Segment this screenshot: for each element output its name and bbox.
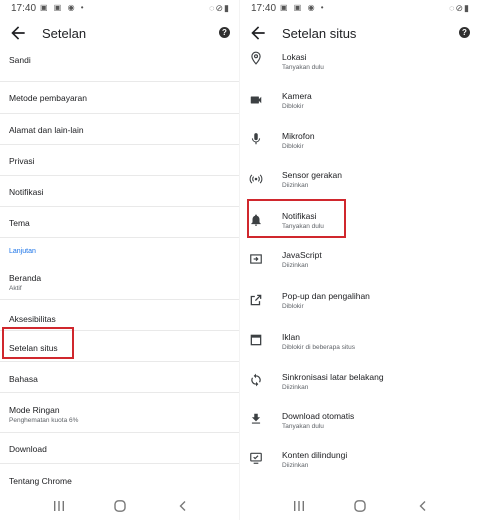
javascript-icon bbox=[250, 254, 262, 264]
status-bar: 17:40 ▣ ▣ ◉ • ◌⊘▮ bbox=[240, 0, 480, 18]
protected-content-icon bbox=[250, 452, 262, 464]
page-title: Setelan situs bbox=[282, 26, 357, 41]
highlight-box-notifications bbox=[247, 199, 346, 238]
highlight-box-site-settings bbox=[2, 327, 74, 359]
settings-item-about-chrome[interactable]: Tentang Chrome bbox=[0, 464, 240, 495]
site-setting-label: Iklan bbox=[282, 332, 300, 342]
settings-item-label: Tema bbox=[9, 218, 30, 228]
settings-item-label: Metode pembayaran bbox=[9, 93, 87, 103]
site-settings-list: Lokasi Tanyakan dulu Kamera Diblokir Mik… bbox=[240, 40, 480, 480]
settings-item-homepage[interactable]: Beranda Aktif bbox=[0, 260, 240, 300]
home-icon[interactable] bbox=[353, 500, 367, 512]
site-setting-status: Diblokir bbox=[282, 103, 304, 110]
site-setting-status: Diblokir bbox=[282, 303, 304, 310]
site-setting-status: Diizinkan bbox=[282, 462, 309, 469]
back-nav-icon[interactable] bbox=[416, 500, 430, 512]
site-setting-automatic-downloads[interactable]: Download otomatis Tanyakan dulu bbox=[240, 400, 480, 440]
site-setting-status: Diblokir bbox=[282, 143, 304, 150]
site-setting-label: Lokasi bbox=[282, 52, 307, 62]
settings-item-sandi[interactable]: Sandi bbox=[0, 52, 240, 82]
status-time: 17:40 bbox=[11, 3, 37, 14]
settings-item-theme[interactable]: Tema bbox=[0, 207, 240, 238]
site-setting-status: Diizinkan bbox=[282, 182, 309, 189]
site-setting-background-sync[interactable]: Sinkronisasi latar belakang Diizinkan bbox=[240, 360, 480, 400]
site-setting-label: Download otomatis bbox=[282, 411, 355, 421]
recent-apps-icon[interactable] bbox=[292, 500, 306, 512]
site-setting-microphone[interactable]: Mikrofon Diblokir bbox=[240, 120, 480, 160]
section-header-advanced: Lanjutan bbox=[0, 238, 240, 260]
settings-item-label: Sandi bbox=[9, 55, 31, 65]
settings-item-privacy[interactable]: Privasi bbox=[0, 145, 240, 176]
location-icon bbox=[251, 51, 261, 65]
settings-item-label: Privasi bbox=[9, 156, 35, 166]
help-icon[interactable]: ? bbox=[219, 27, 230, 38]
help-icon[interactable]: ? bbox=[459, 27, 470, 38]
settings-item-downloads[interactable]: Download bbox=[0, 433, 240, 464]
recent-apps-icon[interactable] bbox=[52, 500, 66, 512]
popup-icon bbox=[250, 294, 262, 306]
status-time: 17:40 bbox=[251, 3, 277, 14]
download-icon bbox=[251, 413, 261, 424]
system-status-icons: ◌⊘▮ bbox=[449, 3, 470, 13]
site-setting-status: Diizinkan bbox=[282, 262, 309, 269]
system-status-icons: ◌⊘▮ bbox=[209, 3, 230, 13]
site-settings-screen: 17:40 ▣ ▣ ◉ • ◌⊘▮ Setelan situs ? Lokasi… bbox=[240, 0, 480, 520]
page-title: Setelan bbox=[42, 26, 87, 41]
settings-list: Sandi Metode pembayaran Alamat dan lain-… bbox=[0, 52, 240, 495]
settings-item-addresses[interactable]: Alamat dan lain-lain bbox=[0, 114, 240, 145]
settings-item-payment[interactable]: Metode pembayaran bbox=[0, 82, 240, 114]
site-setting-label: Mikrofon bbox=[282, 131, 315, 141]
settings-item-sub: Penghematan kuota 6% bbox=[9, 417, 79, 424]
settings-item-label: Download bbox=[9, 444, 47, 454]
android-nav-bar bbox=[240, 492, 480, 520]
app-bar: Setelan ? bbox=[0, 18, 240, 52]
back-arrow-icon[interactable] bbox=[8, 23, 28, 43]
site-setting-ads[interactable]: Iklan Diblokir di beberapa situs bbox=[240, 320, 480, 360]
notification-icons: ▣ ▣ ◉ • bbox=[280, 3, 326, 12]
site-setting-label: Konten dilindungi bbox=[282, 450, 348, 460]
settings-item-label: Tentang Chrome bbox=[9, 476, 72, 486]
settings-item-label: Bahasa bbox=[9, 374, 38, 384]
site-setting-label: Kamera bbox=[282, 91, 312, 101]
settings-item-languages[interactable]: Bahasa bbox=[0, 362, 240, 393]
home-icon[interactable] bbox=[113, 500, 127, 512]
settings-item-notifications[interactable]: Notifikasi bbox=[0, 176, 240, 207]
ads-icon bbox=[250, 334, 262, 346]
site-setting-label: Sinkronisasi latar belakang bbox=[282, 372, 384, 382]
settings-item-sub: Aktif bbox=[9, 285, 22, 292]
motion-sensor-icon bbox=[249, 174, 263, 184]
android-nav-bar bbox=[0, 492, 240, 520]
site-setting-status: Tanyakan dulu bbox=[282, 423, 324, 430]
site-setting-label: Sensor gerakan bbox=[282, 170, 343, 180]
settings-item-label: Alamat dan lain-lain bbox=[9, 125, 84, 135]
camera-icon bbox=[250, 96, 262, 104]
site-setting-protected-content[interactable]: Konten dilindungi Diizinkan bbox=[240, 440, 480, 480]
notification-icons: ▣ ▣ ◉ • bbox=[40, 3, 86, 12]
site-setting-label: JavaScript bbox=[282, 250, 322, 260]
site-setting-label: Pop-up dan pengalihan bbox=[282, 291, 370, 301]
site-setting-camera[interactable]: Kamera Diblokir bbox=[240, 80, 480, 120]
settings-item-label: Beranda bbox=[9, 273, 42, 283]
settings-item-lite-mode[interactable]: Mode Ringan Penghematan kuota 6% bbox=[0, 393, 240, 433]
site-setting-status: Tanyakan dulu bbox=[282, 64, 324, 71]
settings-screen: 17:40 ▣ ▣ ◉ • ◌⊘▮ Setelan ? Sandi Metode… bbox=[0, 0, 240, 520]
site-setting-motion-sensors[interactable]: Sensor gerakan Diizinkan bbox=[240, 160, 480, 200]
section-label: Lanjutan bbox=[9, 248, 36, 255]
site-setting-location[interactable]: Lokasi Tanyakan dulu bbox=[240, 40, 480, 80]
site-setting-javascript[interactable]: JavaScript Diizinkan bbox=[240, 240, 480, 280]
site-setting-popups[interactable]: Pop-up dan pengalihan Diblokir bbox=[240, 280, 480, 320]
settings-item-label: Notifikasi bbox=[9, 187, 44, 197]
back-nav-icon[interactable] bbox=[176, 500, 190, 512]
settings-item-label: Mode Ringan bbox=[9, 405, 60, 415]
settings-item-label: Aksesibilitas bbox=[9, 314, 56, 324]
sync-icon bbox=[251, 373, 261, 387]
site-setting-status: Diizinkan bbox=[282, 384, 309, 391]
status-bar: 17:40 ▣ ▣ ◉ • ◌⊘▮ bbox=[0, 0, 240, 18]
microphone-icon bbox=[251, 133, 261, 145]
site-setting-status: Diblokir di beberapa situs bbox=[282, 344, 355, 351]
